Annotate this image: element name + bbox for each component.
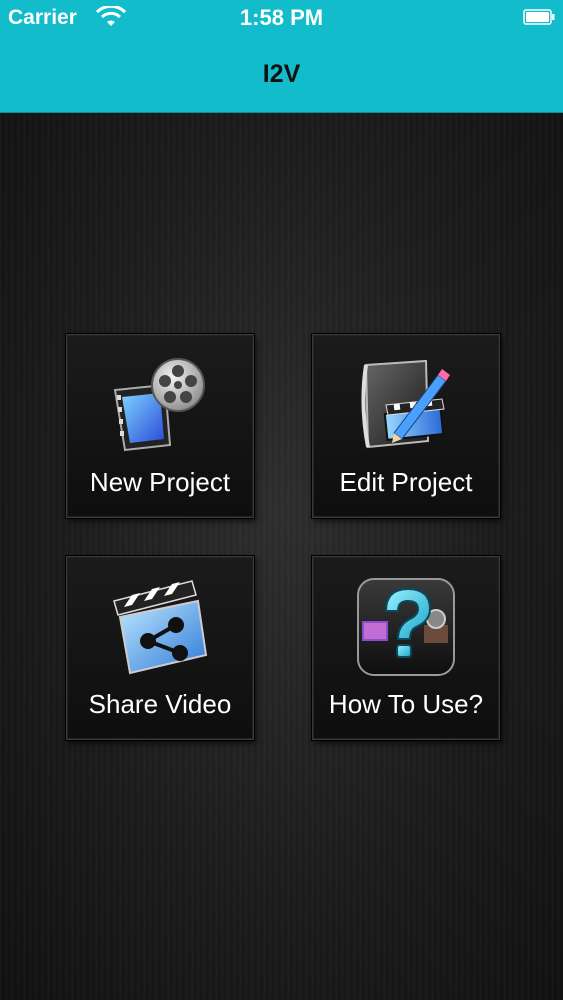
edit-project-button[interactable]: Edit Project	[312, 334, 500, 518]
battery-icon	[523, 9, 555, 25]
film-reel-icon	[113, 358, 205, 452]
how-to-use-label: How To Use?	[328, 689, 484, 719]
question-help-icon	[357, 578, 455, 676]
share-video-label: Share Video	[88, 689, 232, 719]
nav-bar: I2V	[0, 36, 563, 113]
new-project-button[interactable]: New Project	[66, 334, 254, 518]
edit-project-label: Edit Project	[339, 467, 473, 497]
share-clapper-icon	[113, 580, 208, 675]
status-time: 1:58 PM	[239, 5, 324, 30]
page-title: I2V	[262, 60, 301, 88]
status-bar: Carrier 1:58 PM	[0, 0, 563, 36]
how-to-use-button[interactable]: How To Use?	[312, 556, 500, 740]
share-video-button[interactable]: Share Video	[66, 556, 254, 740]
edit-pencil-clapper-icon	[361, 359, 450, 449]
new-project-label: New Project	[89, 467, 231, 497]
